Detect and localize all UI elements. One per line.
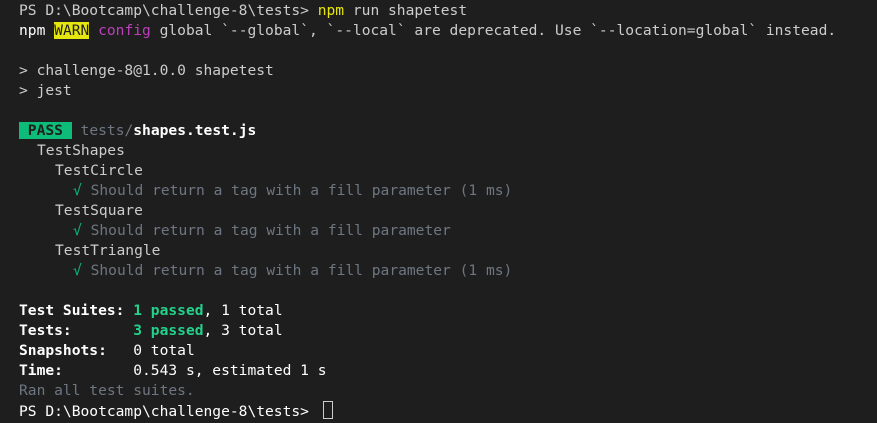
terminal[interactable]: PS D:\Bootcamp\challenge-8\tests> npm ru… xyxy=(0,0,877,423)
test-case: √ Should return a tag with a fill parame… xyxy=(19,181,877,201)
warn-config: config xyxy=(98,22,151,39)
script-command: > jest xyxy=(19,82,72,99)
summary-total: , 1 total xyxy=(203,302,283,319)
command-args: run shapetest xyxy=(344,2,468,19)
suite-name: TestShapes xyxy=(37,142,125,159)
test-file-name: shapes.test.js xyxy=(133,122,257,139)
check-icon: √ xyxy=(73,182,82,199)
summary-snapshots: Snapshots: 0 total xyxy=(19,341,877,361)
summary-label: Time: xyxy=(19,362,63,379)
ran-all-message: Ran all test suites. xyxy=(19,382,195,399)
check-icon: √ xyxy=(73,262,82,279)
pass-badge: PASS xyxy=(19,122,72,139)
summary-value: 0 total xyxy=(133,342,195,359)
test-duration: (1 ms) xyxy=(450,182,513,199)
summary-tests: Tests: 3 passed, 3 total xyxy=(19,321,877,341)
summary-passed: 3 passed xyxy=(133,322,204,339)
summary-label: Tests: xyxy=(19,322,72,339)
test-description: Should return a tag with a fill paramete… xyxy=(90,222,451,239)
terminal-cursor[interactable] xyxy=(322,401,333,419)
summary-label: Snapshots: xyxy=(19,342,107,359)
test-file-dir: tests/ xyxy=(80,122,134,139)
test-result-line: PASS tests/shapes.test.js xyxy=(19,121,877,141)
group-name: TestCircle xyxy=(55,162,143,179)
summary-total: , 3 total xyxy=(203,322,283,339)
warn-badge: WARN xyxy=(54,22,90,39)
summary-time: Time: 0.543 s, estimated 1 s xyxy=(19,361,877,381)
summary-suites: Test Suites: 1 passed, 1 total xyxy=(19,301,877,321)
script-header: > challenge-8@1.0.0 shapetest xyxy=(19,62,274,79)
check-icon: √ xyxy=(73,222,82,239)
test-duration: (1 ms) xyxy=(450,262,513,279)
npm-warning-line: npm WARN config global `--global`, `--lo… xyxy=(19,21,877,41)
summary-value: 0.543 s, estimated 1 s xyxy=(133,362,327,379)
command-name: npm xyxy=(317,2,345,19)
prompt-line: PS D:\Bootcamp\challenge-8\tests> xyxy=(19,401,877,421)
test-description: Should return a tag with a fill paramete… xyxy=(90,262,451,279)
group-name: TestSquare xyxy=(55,202,143,219)
prompt-text: PS D:\Bootcamp\challenge-8\tests> xyxy=(19,2,318,19)
test-case: √ Should return a tag with a fill parame… xyxy=(19,261,877,281)
prompt-text: PS D:\Bootcamp\challenge-8\tests> xyxy=(19,403,318,420)
summary-passed: 1 passed xyxy=(133,302,204,319)
warn-message: global `--global`, `--local` are depreca… xyxy=(150,22,837,39)
prompt-line: PS D:\Bootcamp\challenge-8\tests> npm ru… xyxy=(19,1,877,21)
npm-label: npm xyxy=(19,22,46,39)
test-case: √ Should return a tag with a fill parame… xyxy=(19,221,877,241)
summary-label: Test Suites: xyxy=(19,302,125,319)
test-description: Should return a tag with a fill paramete… xyxy=(90,182,451,199)
group-name: TestTriangle xyxy=(55,242,161,259)
